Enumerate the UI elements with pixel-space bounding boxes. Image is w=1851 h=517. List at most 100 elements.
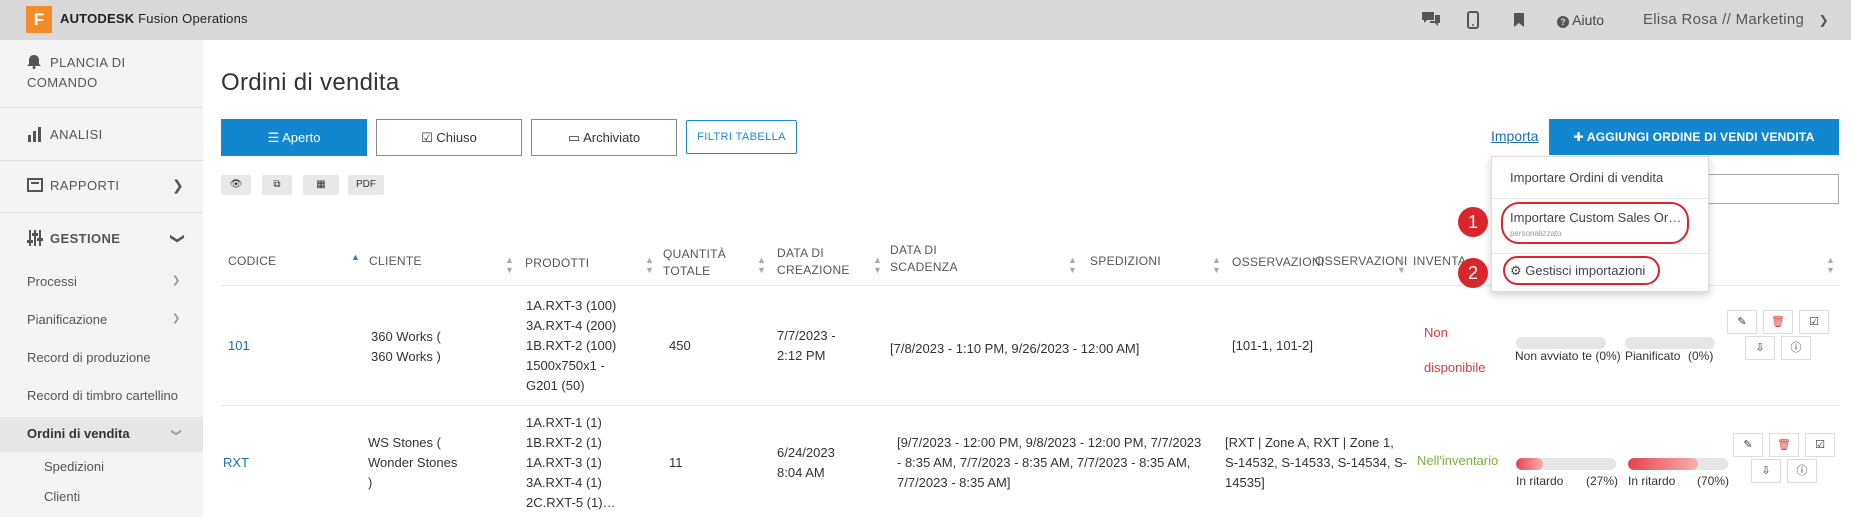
search-input[interactable] xyxy=(1700,174,1839,204)
sort-icon[interactable]: ▲ ▼ xyxy=(1068,255,1077,275)
pdf-button[interactable]: PDF xyxy=(348,175,384,195)
table-icon[interactable]: ▦ xyxy=(303,175,339,195)
sort-asc-icon[interactable]: ▲ xyxy=(351,252,360,262)
plus-icon: ✚ xyxy=(1573,130,1584,144)
created-cell: 6/24/2023 8:04 AM xyxy=(777,443,835,483)
product-name: Fusion Operations xyxy=(138,11,248,26)
menu-item-import-sales-orders[interactable]: Importare Ordini di vendita xyxy=(1510,170,1663,185)
created-line1: DATA DI xyxy=(777,246,824,260)
menu-divider xyxy=(1492,198,1710,199)
column-header-due[interactable]: DATA DI SCADENZA xyxy=(890,242,958,276)
product-line: 1B.RXT-2 (100) xyxy=(526,338,617,353)
column-header-quantity[interactable]: QUANTITÀ TOTALE xyxy=(663,246,726,280)
sidebar-divider xyxy=(0,160,203,161)
sliders-icon xyxy=(27,230,43,246)
client-line1: WS Stones ( xyxy=(368,435,441,450)
import-link[interactable]: Importa xyxy=(1491,128,1538,144)
products-cell: 1A.RXT-3 (100) 3A.RXT-4 (200) 1B.RXT-2 (… xyxy=(526,296,616,396)
list-icon: ☰ xyxy=(267,130,280,145)
delete-icon[interactable]: 🗑 xyxy=(1769,433,1799,457)
due-line: 7/7/2023 - 8:35 AM] xyxy=(897,475,1011,490)
products-cell: 1A.RXT-1 (1) 1B.RXT-2 (1) 1A.RXT-3 (1) 3… xyxy=(526,413,616,513)
client-cell: WS Stones ( Wonder Stones ) xyxy=(368,433,457,493)
sort-icon[interactable]: ▲ ▼ xyxy=(757,255,766,275)
table-filters-button[interactable]: FILTRI TABELLA xyxy=(686,120,797,154)
info-icon[interactable]: ⓘ xyxy=(1787,459,1817,483)
progress-fill xyxy=(1516,458,1543,470)
sort-icon[interactable]: ▲ ▼ xyxy=(645,255,654,275)
tab-closed[interactable]: ☑ Chiuso xyxy=(376,119,522,156)
tab-archived[interactable]: ▭ Archiviato xyxy=(531,119,677,156)
user-name: Elisa Rosa // Marketing xyxy=(1643,11,1805,28)
download-icon[interactable]: ⇩ xyxy=(1745,336,1775,360)
chevron-down-icon: ❯ xyxy=(170,232,187,245)
column-header-observations[interactable]: OSSERVAZIONI xyxy=(1232,254,1325,271)
progress-bar xyxy=(1516,458,1616,470)
due-line2: SCADENZA xyxy=(890,260,958,274)
dashboard-label-line1: PLANCIA DI xyxy=(50,55,126,70)
progress-bar xyxy=(1625,337,1715,349)
column-header-observations-2[interactable]: OSSERVAZIONI xyxy=(1315,253,1408,270)
sidebar-divider xyxy=(0,107,203,108)
product-line: 1B.RXT-2 (1) xyxy=(526,435,602,450)
inventory-status: Nell'inventario xyxy=(1417,453,1499,468)
tab-open-label: Aperto xyxy=(282,130,321,145)
step-badge: 2 xyxy=(1458,258,1488,288)
fusion-logo-icon: F xyxy=(26,6,52,33)
client-cell: 360 Works (360 Works ) xyxy=(371,327,441,367)
step-badge: 1 xyxy=(1458,207,1488,237)
edit-icon[interactable]: ✎ xyxy=(1727,310,1757,334)
column-header-shipments[interactable]: SPEDIZIONI xyxy=(1090,253,1161,270)
tab-open[interactable]: ☰ Aperto xyxy=(221,119,367,156)
chat-icon[interactable] xyxy=(1420,10,1442,28)
order-code-link[interactable]: 101 xyxy=(228,336,250,356)
help-link[interactable]: ? Aiuto xyxy=(1557,12,1604,28)
checklist-icon[interactable]: ☑ xyxy=(1805,433,1835,457)
created-time: 8:04 AM xyxy=(777,465,825,480)
copy-icon[interactable]: ⧉ xyxy=(262,175,292,195)
processes-label: Processi xyxy=(27,274,77,289)
checklist-icon[interactable]: ☑ xyxy=(1799,310,1829,334)
download-icon[interactable]: ⇩ xyxy=(1751,459,1781,483)
reports-label: RAPPORTI xyxy=(50,178,120,193)
column-header-code[interactable]: CODICE xyxy=(228,253,276,270)
eye-icon[interactable]: 👁 xyxy=(221,175,251,195)
mobile-icon[interactable] xyxy=(1467,11,1479,29)
sales-orders-label: Ordini di vendita xyxy=(27,426,130,441)
column-header-products[interactable]: PRODOTTI xyxy=(525,255,589,272)
client-line3: ) xyxy=(368,475,373,490)
created-date: 6/24/2023 xyxy=(777,445,835,460)
bookmark-icon[interactable] xyxy=(1513,13,1525,27)
progress-label: In ritardo xyxy=(1516,474,1564,488)
info-icon[interactable]: ⓘ xyxy=(1781,336,1811,360)
planning-label: Pianificazione xyxy=(27,312,108,327)
sort-icon[interactable]: ▲ ▼ xyxy=(1397,255,1406,275)
order-code-link[interactable]: RXT xyxy=(223,453,249,473)
sort-icon[interactable]: ▲ ▼ xyxy=(1826,255,1835,275)
sort-icon[interactable]: ▲ ▼ xyxy=(505,255,514,275)
user-menu[interactable]: Elisa Rosa // Marketing ❯ xyxy=(1643,11,1829,28)
progress-label: In ritardo xyxy=(1628,474,1676,488)
observations-cell: [RXT | Zone A, RXT | Zone 1, S-14532, S-… xyxy=(1225,433,1407,493)
qty-line1: QUANTITÀ xyxy=(663,247,727,261)
chevron-right-icon: ❯ xyxy=(172,313,181,324)
product-line: 1500x750x1 - xyxy=(526,358,605,373)
column-header-created[interactable]: DATA DI CREAZIONE xyxy=(777,245,850,279)
progress-bar xyxy=(1628,458,1728,470)
sort-icon[interactable]: ▲ ▼ xyxy=(1212,255,1221,275)
due-cell: [7/8/2023 - 1:10 PM, 9/26/2023 - 12:00 A… xyxy=(890,341,1140,356)
delete-icon[interactable]: 🗑 xyxy=(1763,310,1793,334)
table-divider xyxy=(221,405,1839,406)
due-line: [9/7/2023 - 12:00 PM, 9/8/2023 - 12:00 P… xyxy=(897,435,1202,450)
edit-icon[interactable]: ✎ xyxy=(1733,433,1763,457)
add-sales-order-button[interactable]: ✚ AGGIUNGI ORDINE DI VENDI VENDITA xyxy=(1549,119,1839,155)
top-bar: F AUTODESK Fusion Operations ? Aiuto Eli… xyxy=(0,0,1851,40)
question-icon: ? xyxy=(1557,16,1569,28)
brand-name: AUTODESK xyxy=(60,11,135,26)
highlight-ring xyxy=(1501,202,1689,244)
quantity-cell: 450 xyxy=(669,338,691,353)
tab-closed-label: Chiuso xyxy=(436,130,477,145)
product-line: 1A.RXT-1 (1) xyxy=(526,415,602,430)
sort-icon[interactable]: ▲ ▼ xyxy=(873,255,882,275)
column-header-client[interactable]: CLIENTE xyxy=(369,253,422,270)
